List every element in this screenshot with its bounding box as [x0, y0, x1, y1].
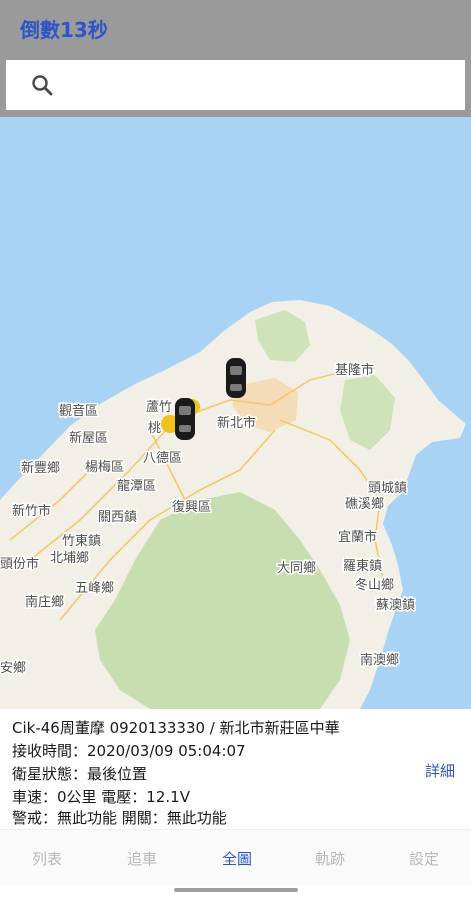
tab-list[interactable]: 列表 [17, 848, 77, 869]
map-label: 楊梅區 [85, 459, 124, 475]
map-label: 新屋區 [69, 430, 108, 446]
bottom-nav: 列表 追車 全圖 軌跡 設定 [0, 829, 471, 886]
map-label: 大同鄉 [277, 560, 316, 576]
map-label: 羅東鎮 [343, 558, 382, 574]
map-label: 蘆竹 [146, 400, 172, 415]
search-icon[interactable] [30, 73, 56, 99]
map-label: 北埔鄉 [50, 550, 89, 566]
satellite-status: 衛星狀態：最後位置 [12, 765, 148, 783]
map-label: 頭城鎮 [368, 480, 407, 496]
map-label: 新竹市 [12, 503, 51, 519]
map-label: 五峰鄉 [75, 580, 114, 596]
map-label: 龍潭區 [117, 478, 156, 494]
map-canvas[interactable]: 基隆市 新北市 觀音區 蘆竹 桃 新屋區 八德區 楊梅區 龍潭區 新豐鄉 關西鎮… [0, 117, 471, 709]
receive-time: 接收時間：2020/03/09 05:04:07 [12, 742, 246, 760]
map-label: 竹東鎮 [62, 533, 101, 549]
system-bar [0, 885, 471, 900]
map-label: 礁溪鄉 [345, 496, 384, 512]
home-indicator[interactable] [174, 888, 298, 892]
map-label: 宜蘭市 [338, 529, 377, 545]
alert-switch: 警戒：無此功能 開關：無此功能 [12, 809, 227, 827]
map-label: 新豐鄉 [21, 460, 60, 476]
map-label: 桃 [148, 421, 161, 436]
map-label: 蘇澳鎮 [376, 597, 415, 613]
detail-link[interactable]: 詳細 [425, 760, 455, 781]
map-view[interactable]: 基隆市 新北市 觀音區 蘆竹 桃 新屋區 八德區 楊梅區 龍潭區 新豐鄉 關西鎮… [0, 117, 471, 709]
car-marker-icon[interactable] [226, 358, 246, 398]
countdown-title: 倒數13秒 [20, 18, 108, 42]
map-label: 新北市 [217, 415, 256, 431]
map-label: 南澳鄉 [360, 652, 399, 668]
map-label: 復興區 [172, 499, 211, 515]
map-label: 冬山鄉 [355, 577, 394, 593]
vehicle-info-panel: Cik-46周董摩 0920133330 / 新北市新莊區中華 接收時間：202… [0, 709, 471, 829]
tab-trail[interactable]: 軌跡 [300, 848, 360, 869]
map-label: 基隆市 [335, 362, 374, 378]
tab-overview[interactable]: 全圖 [207, 848, 267, 869]
speed-voltage: 車速：0公里 電壓：12.1V [12, 788, 190, 806]
map-label: 八德區 [143, 451, 182, 466]
map-label: 安鄉 [0, 660, 26, 676]
map-label: 關西鎮 [98, 509, 137, 525]
search-bar[interactable] [6, 60, 465, 110]
app-header: 倒數13秒 [0, 0, 471, 117]
map-label: 南庄鄉 [25, 594, 64, 610]
tab-settings[interactable]: 設定 [394, 848, 454, 869]
map-label: 觀音區 [59, 403, 98, 419]
vehicle-title: Cik-46周董摩 0920133330 / 新北市新莊區中華 [12, 719, 340, 737]
tab-track[interactable]: 追車 [112, 848, 172, 869]
map-label: 頭份市 [0, 556, 39, 572]
